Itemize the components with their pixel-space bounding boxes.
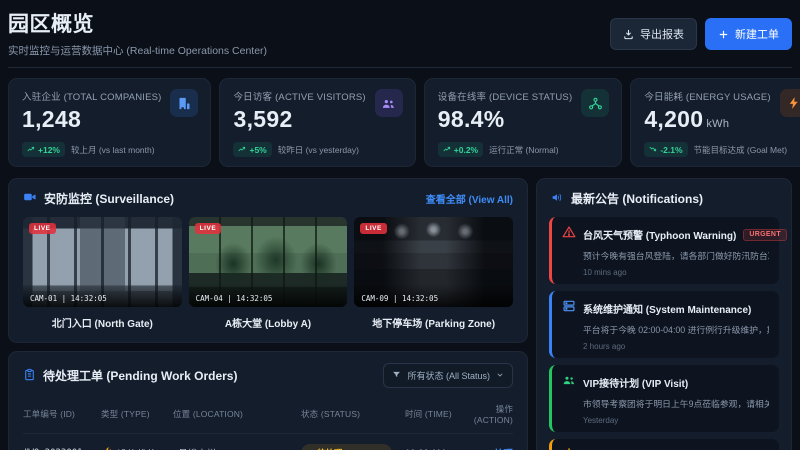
status-filter-dropdown[interactable]: 所有状态 (All Status) <box>383 363 513 388</box>
stat-card-visitors: 今日访客 (ACTIVE VISITORS) 3,592 +5% 较昨日 (vs… <box>219 78 416 167</box>
camera-feed: LIVE CAM-01 | 14:32:05 <box>23 217 182 307</box>
notification-time: 10 mins ago <box>583 268 627 277</box>
notification-body: 市领导考察团将于明日上午9点莅临参观，请相关部门做好接待。 <box>583 399 769 409</box>
camera-tile-north-gate[interactable]: LIVE CAM-01 | 14:32:05 北门入口 (North Gate) <box>23 217 182 330</box>
notification-body: 预计今晚有强台风登陆，请各部门做好防汛防台准备工作。 <box>583 251 769 261</box>
live-badge: LIVE <box>29 223 56 234</box>
camera-caption: A栋大堂 (Lobby A) <box>224 319 312 330</box>
plus-icon <box>718 29 729 40</box>
new-work-order-button[interactable]: 新建工单 <box>705 18 792 50</box>
stat-unit: kWh <box>706 118 730 130</box>
building-icon <box>170 89 199 117</box>
view-all-link[interactable]: 查看全部 (View All) <box>426 191 513 206</box>
stat-note: 较昨日 (vs yesterday) <box>277 144 359 155</box>
delta-badge: +12% <box>22 142 65 157</box>
trend-up-icon <box>27 145 35 155</box>
surveillance-panel: 安防监控 (Surveillance) 查看全部 (View All) LIVE… <box>8 178 528 343</box>
stat-note: 运行正常 (Normal) <box>489 144 559 155</box>
notification-time: Yesterday <box>583 416 619 425</box>
stat-note: 节能目标达成 (Goal Met) <box>693 144 788 155</box>
delta-badge: +5% <box>233 142 272 157</box>
delta-badge: +0.2% <box>437 142 484 157</box>
camera-tile-parking[interactable]: LIVE CAM-09 | 14:32:05 地下停车场 (Parking Zo… <box>354 217 513 330</box>
trend-up-icon <box>443 145 451 155</box>
header-divider <box>8 67 792 68</box>
video-camera-icon <box>23 190 37 207</box>
wrench-icon <box>101 446 112 450</box>
surveillance-title: 安防监控 (Surveillance) <box>44 192 175 206</box>
camera-overlay: CAM-04 | 14:32:05 <box>188 284 348 307</box>
col-status: 状态 (STATUS) <box>301 409 361 419</box>
download-icon <box>623 29 634 40</box>
work-orders-title: 待处理工单 (Pending Work Orders) <box>43 369 238 383</box>
work-orders-panel: 待处理工单 (Pending Work Orders) 所有状态 (All St… <box>8 351 528 450</box>
stat-value: 4,200 kWh <box>644 106 730 132</box>
bolt-icon <box>779 89 800 117</box>
trend-up-icon <box>238 145 246 155</box>
stat-cards: 入驻企业 (TOTAL COMPANIES) 1,248 +12% 较上月 (v… <box>8 78 800 167</box>
order-type: 设施维修 <box>101 446 173 450</box>
delta-badge: -2.1% <box>644 142 688 157</box>
page-subtitle: 实时监控与运营数据中心 (Real-time Operations Center… <box>8 45 268 57</box>
notification-title: 系统维护通知 (System Maintenance) <box>583 305 752 316</box>
order-location: 3号楼电梯 (Elevator B3) <box>173 446 301 450</box>
notification-title: VIP接待计划 (VIP Visit) <box>583 379 689 390</box>
table-row: #WO-2023001 设施维修 3号楼电梯 (Elevator B3) 待处理… <box>23 433 513 450</box>
work-orders-table: 工单编号 (ID) 类型 (TYPE) 位置 (LOCATION) 状态 (ST… <box>9 396 527 450</box>
notification-fire-drill[interactable]: 消防演习通知 (Fire Drill) 下周一将在A栋举行全员消防演习，请周知。… <box>549 439 779 450</box>
camera-caption: 北门入口 (North Gate) <box>51 319 153 330</box>
col-action: 操作 (ACTION) <box>473 404 513 425</box>
live-badge: LIVE <box>360 223 387 234</box>
col-location: 位置 (LOCATION) <box>173 409 244 419</box>
network-icon <box>581 89 610 117</box>
chevron-down-icon <box>496 371 504 381</box>
stat-card-energy: 今日能耗 (ENERGY USAGE) 4,200 kWh -2.1% 节能目标达… <box>630 78 800 167</box>
notification-body: 平台将于今晚 02:00-04:00 进行例行升级维护，期间服务可能中断。 <box>583 325 769 335</box>
dashboard-page: 园区概览 实时监控与运营数据中心 (Real-time Operations C… <box>0 0 800 450</box>
stat-note: 较上月 (vs last month) <box>70 144 155 155</box>
clipboard-icon <box>23 368 36 384</box>
camera-feed: LIVE CAM-09 | 14:32:05 <box>354 217 513 307</box>
page-title: 园区概览 <box>8 13 94 36</box>
stat-card-companies: 入驻企业 (TOTAL COMPANIES) 1,248 +12% 较上月 (v… <box>8 78 212 167</box>
export-report-button[interactable]: 导出报表 <box>610 18 697 50</box>
users-icon <box>374 89 403 117</box>
users-icon <box>562 373 576 392</box>
col-id: 工单编号 (ID) <box>23 409 76 419</box>
server-icon <box>562 299 576 318</box>
camera-tile-lobby-a[interactable]: LIVE CAM-04 | 14:32:05 A栋大堂 (Lobby A) <box>188 217 348 330</box>
export-report-label: 导出报表 <box>640 29 684 41</box>
col-type: 类型 (TYPE) <box>101 409 150 419</box>
stat-card-devices: 设备在线率 (DEVICE STATUS) 98.4% +0.2% 运行正常 (… <box>423 78 623 167</box>
status-filter-label: 所有状态 (All Status) <box>407 371 490 381</box>
notification-maintenance[interactable]: 系统维护通知 (System Maintenance) 平台将于今晚 02:00… <box>549 291 779 358</box>
new-work-order-label: 新建工单 <box>735 29 779 41</box>
page-header: 园区概览 实时监控与运营数据中心 (Real-time Operations C… <box>8 8 792 58</box>
camera-feed: LIVE CAM-04 | 14:32:05 <box>188 217 348 307</box>
funnel-icon <box>392 370 401 381</box>
live-badge: LIVE <box>194 223 222 234</box>
notifications-panel: 最新公告 (Notifications) 台风天气预警 (Typhoon War… <box>536 178 792 450</box>
notification-time: 2 hours ago <box>583 342 626 351</box>
col-time: 时间 (TIME) <box>405 409 452 419</box>
notification-typhoon[interactable]: 台风天气预警 (Typhoon Warning) URGENT 预计今晚有强台风… <box>549 217 787 284</box>
stat-label: 今日能耗 (ENERGY USAGE) <box>644 92 771 103</box>
notifications-title: 最新公告 (Notifications) <box>571 192 703 206</box>
camera-caption: 地下停车场 (Parking Zone) <box>372 319 496 330</box>
urgent-badge: URGENT <box>743 228 787 241</box>
camera-overlay: CAM-01 | 14:32:05 <box>23 284 182 307</box>
warning-triangle-icon <box>562 225 576 244</box>
status-badge: 待处理 (Pending) <box>301 444 393 450</box>
notification-title: 台风天气预警 (Typhoon Warning) <box>583 231 737 242</box>
megaphone-icon <box>551 191 564 207</box>
camera-overlay: CAM-09 | 14:32:05 <box>354 284 513 307</box>
trend-down-icon <box>649 145 657 155</box>
notification-vip[interactable]: VIP接待计划 (VIP Visit) 市领导考察团将于明日上午9点莅临参观，请… <box>549 365 779 432</box>
table-header-row: 工单编号 (ID) 类型 (TYPE) 位置 (LOCATION) 状态 (ST… <box>23 396 513 433</box>
